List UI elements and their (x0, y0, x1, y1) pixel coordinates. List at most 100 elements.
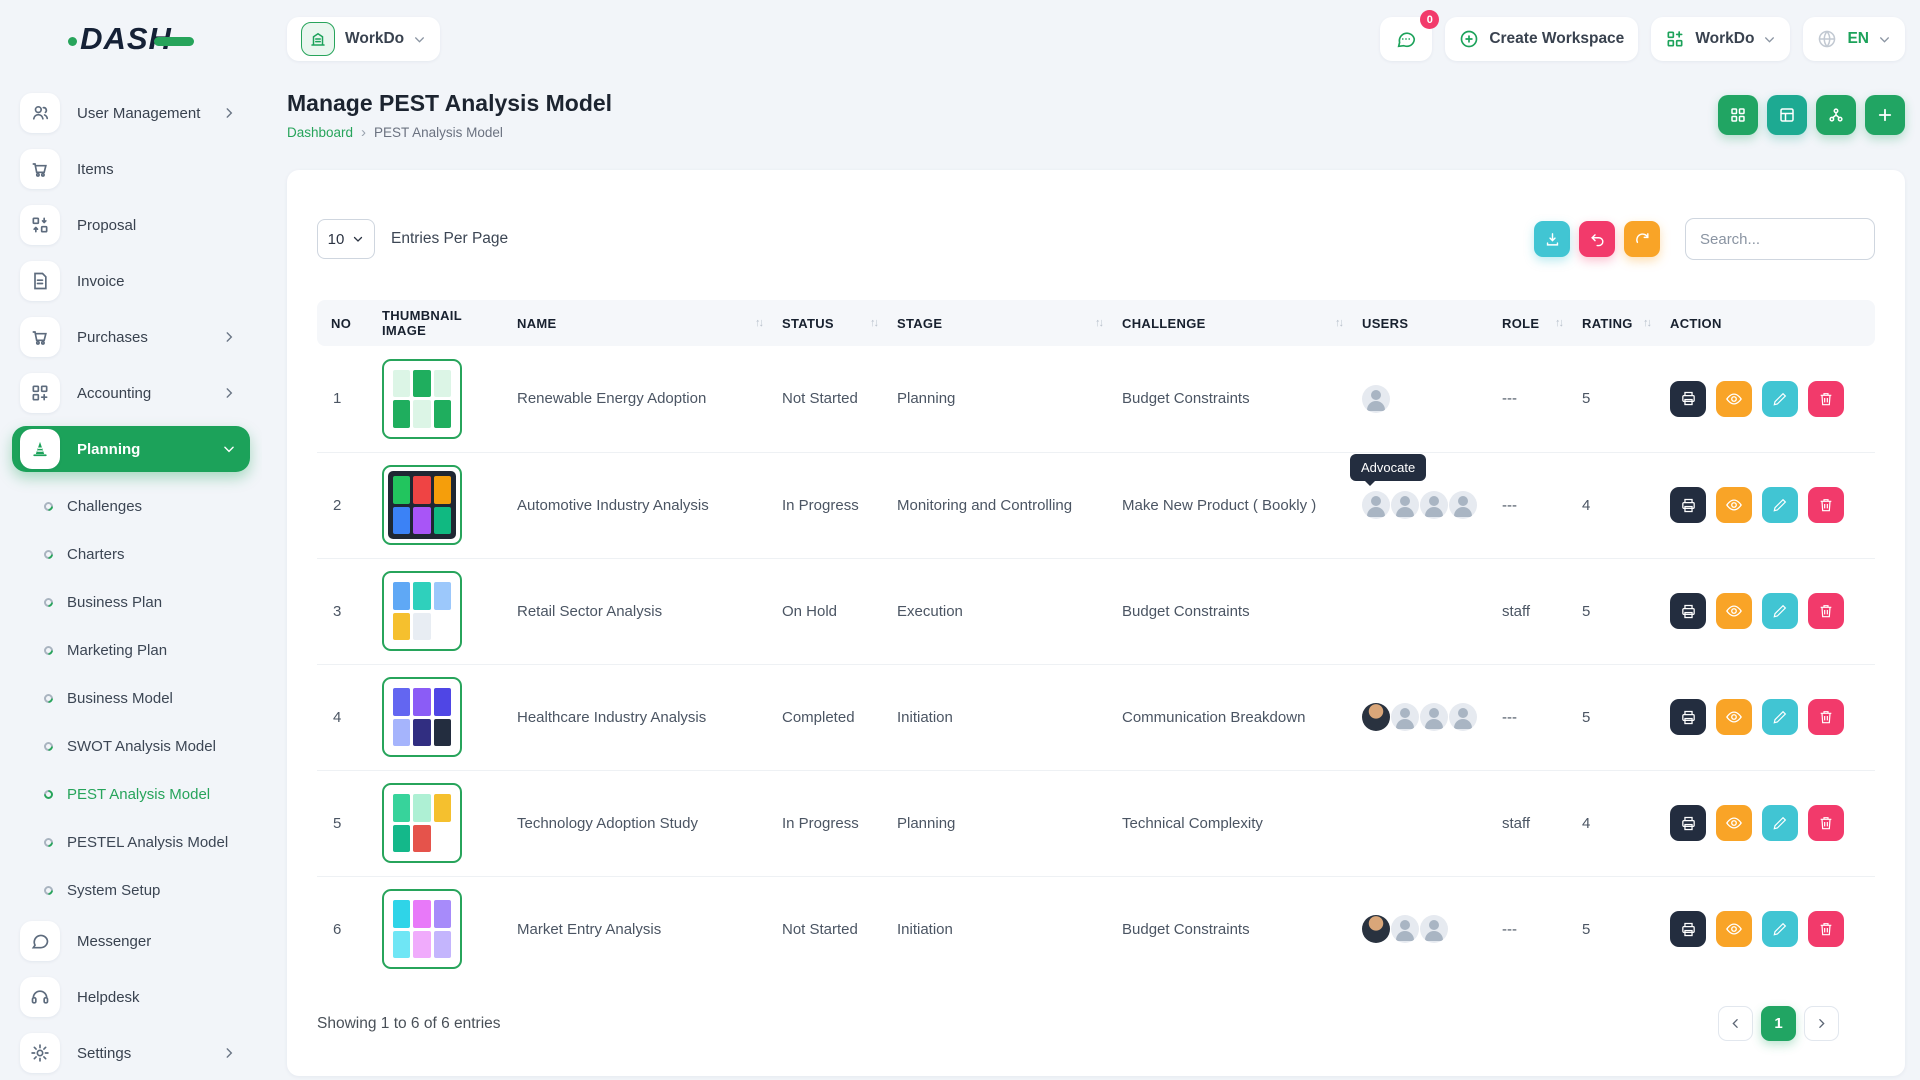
view-button[interactable] (1716, 593, 1752, 629)
refresh-button[interactable] (1624, 221, 1660, 257)
language-selector[interactable]: EN (1803, 17, 1905, 61)
sort-icon[interactable]: ↑↓ (1335, 317, 1342, 329)
chat-icon (20, 921, 60, 961)
sort-icon[interactable]: ↑↓ (1643, 317, 1650, 329)
user-avatar[interactable] (1391, 703, 1419, 731)
user-avatar[interactable] (1362, 385, 1390, 413)
column-header-rating[interactable]: RATING↑↓ (1572, 300, 1660, 346)
user-avatar[interactable] (1391, 491, 1419, 519)
brand-logo[interactable]: DASH (0, 22, 262, 56)
sort-icon[interactable]: ↑↓ (1555, 317, 1562, 329)
thumbnail-image[interactable] (382, 359, 462, 439)
user-avatar-photo[interactable] (1362, 915, 1390, 943)
reset-button[interactable] (1579, 221, 1615, 257)
sidebar-item-label: User Management (77, 105, 222, 122)
print-button[interactable] (1670, 381, 1706, 417)
sidebar-item-items[interactable]: Items (12, 146, 250, 192)
sidebar-item-marketing-plan[interactable]: Marketing Plan (0, 626, 262, 674)
thumbnail-image[interactable] (382, 571, 462, 651)
edit-button[interactable] (1762, 593, 1798, 629)
column-header-role[interactable]: ROLE↑↓ (1492, 300, 1572, 346)
trash-icon (1818, 603, 1834, 619)
sidebar-item-accounting[interactable]: Accounting (12, 370, 250, 416)
print-button[interactable] (1670, 805, 1706, 841)
hierarchy-view-button[interactable] (1816, 95, 1856, 135)
sidebar-item-proposal[interactable]: Proposal (12, 202, 250, 248)
sidebar-item-pestel-analysis-model[interactable]: PESTEL Analysis Model (0, 818, 262, 866)
previous-page-button[interactable] (1718, 1006, 1753, 1041)
page-1-button[interactable]: 1 (1761, 1006, 1796, 1041)
column-header-challenge[interactable]: CHALLENGE↑↓ (1112, 300, 1352, 346)
edit-button[interactable] (1762, 911, 1798, 947)
print-button[interactable] (1670, 487, 1706, 523)
edit-button[interactable] (1762, 381, 1798, 417)
user-avatar[interactable] (1420, 703, 1448, 731)
messages-button[interactable]: 0 (1380, 17, 1432, 61)
delete-button[interactable] (1808, 911, 1844, 947)
entries-per-page-select[interactable]: 10 (317, 219, 375, 259)
view-button[interactable] (1716, 911, 1752, 947)
breadcrumb-dashboard-link[interactable]: Dashboard (287, 125, 353, 140)
delete-button[interactable] (1808, 699, 1844, 735)
print-button[interactable] (1670, 593, 1706, 629)
delete-button[interactable] (1808, 487, 1844, 523)
status-cell: Completed (772, 664, 887, 770)
view-button[interactable] (1716, 699, 1752, 735)
thumbnail-image[interactable] (382, 889, 462, 969)
sidebar-item-settings[interactable]: Settings (12, 1030, 250, 1076)
sidebar-item-business-plan[interactable]: Business Plan (0, 578, 262, 626)
edit-button[interactable] (1762, 805, 1798, 841)
sidebar-item-invoice[interactable]: Invoice (12, 258, 250, 304)
user-avatar[interactable] (1449, 491, 1477, 519)
print-button[interactable] (1670, 699, 1706, 735)
status-cell: In Progress (772, 770, 887, 876)
user-avatar[interactable] (1420, 491, 1448, 519)
user-avatar-photo[interactable] (1362, 703, 1390, 731)
row-number: 3 (317, 558, 372, 664)
next-page-button[interactable] (1804, 1006, 1839, 1041)
sidebar-item-swot-analysis-model[interactable]: SWOT Analysis Model (0, 722, 262, 770)
create-workspace-button[interactable]: Create Workspace (1445, 17, 1638, 61)
delete-button[interactable] (1808, 381, 1844, 417)
print-button[interactable] (1670, 911, 1706, 947)
sidebar-item-business-model[interactable]: Business Model (0, 674, 262, 722)
sort-icon[interactable]: ↑↓ (870, 317, 877, 329)
export-button[interactable] (1534, 221, 1570, 257)
column-header-status[interactable]: STATUS↑↓ (772, 300, 887, 346)
thumbnail-image[interactable] (382, 783, 462, 863)
sidebar-item-helpdesk[interactable]: Helpdesk (12, 974, 250, 1020)
sidebar-item-pest-analysis-model[interactable]: PEST Analysis Model (0, 770, 262, 818)
delete-button[interactable] (1808, 805, 1844, 841)
user-avatar[interactable] (1362, 491, 1390, 519)
column-header-stage[interactable]: STAGE↑↓ (887, 300, 1112, 346)
add-new-button[interactable] (1865, 95, 1905, 135)
sort-icon[interactable]: ↑↓ (1095, 317, 1102, 329)
thumbnail-image[interactable] (382, 677, 462, 757)
sidebar-item-purchases[interactable]: Purchases (12, 314, 250, 360)
workspace-switcher[interactable]: WorkDo (287, 17, 440, 61)
sidebar-item-system-setup[interactable]: System Setup (0, 866, 262, 914)
edit-button[interactable] (1762, 699, 1798, 735)
sidebar-item-charters[interactable]: Charters (0, 530, 262, 578)
view-button[interactable] (1716, 381, 1752, 417)
table-view-button[interactable] (1767, 95, 1807, 135)
workdo-menu-button[interactable]: WorkDo (1651, 17, 1790, 61)
user-avatar[interactable] (1391, 915, 1419, 943)
delete-button[interactable] (1808, 593, 1844, 629)
user-avatar[interactable] (1449, 703, 1477, 731)
sort-icon[interactable]: ↑↓ (755, 317, 762, 329)
edit-button[interactable] (1762, 487, 1798, 523)
eye-icon (1725, 920, 1743, 938)
column-header-name[interactable]: NAME↑↓ (507, 300, 772, 346)
thumbnail-image[interactable] (382, 465, 462, 545)
search-input[interactable] (1685, 218, 1875, 260)
grid-view-button[interactable] (1718, 95, 1758, 135)
sidebar-item-challenges[interactable]: Challenges (0, 482, 262, 530)
sidebar-item-user-management[interactable]: User Management (12, 90, 250, 136)
view-button[interactable] (1716, 487, 1752, 523)
sidebar-item-planning[interactable]: Planning (12, 426, 250, 472)
sidebar-item-label: Messenger (77, 933, 250, 950)
sidebar-item-messenger[interactable]: Messenger (12, 918, 250, 964)
view-button[interactable] (1716, 805, 1752, 841)
user-avatar[interactable] (1420, 915, 1448, 943)
